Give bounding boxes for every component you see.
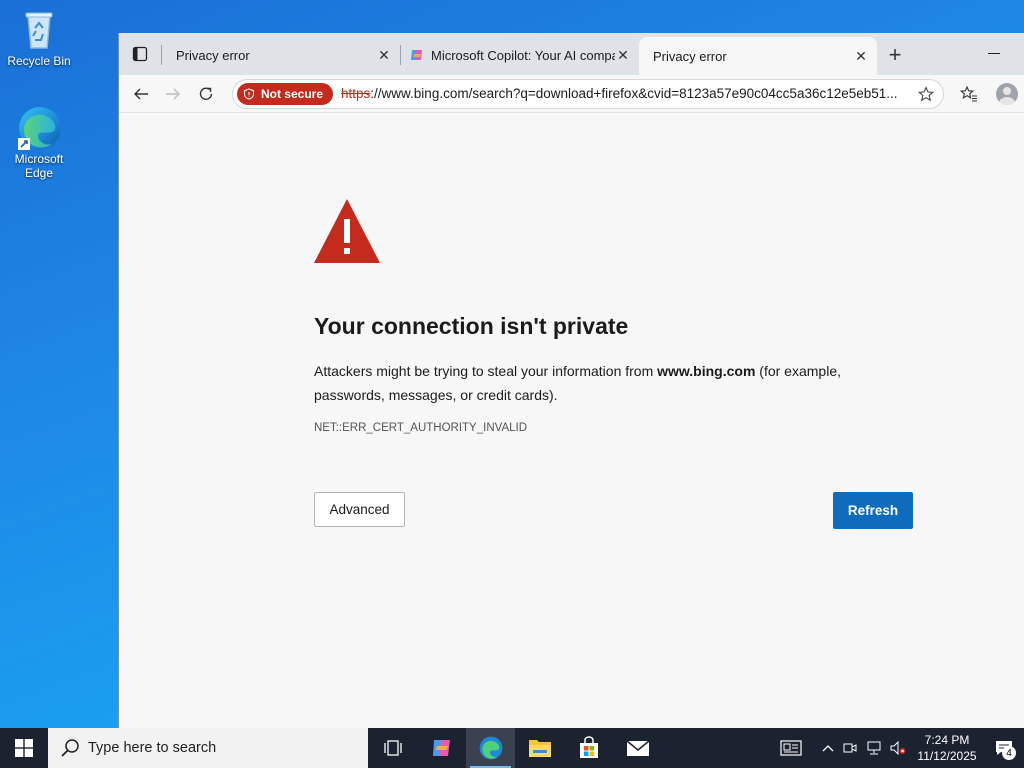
forward-button[interactable] bbox=[157, 79, 189, 109]
back-button[interactable] bbox=[125, 79, 157, 109]
refresh-button[interactable]: Refresh bbox=[833, 492, 913, 529]
tab-privacy-error-active[interactable]: Privacy error ✕ bbox=[639, 37, 877, 75]
notification-count-badge: 4 bbox=[1002, 746, 1016, 760]
tab-title: Privacy error bbox=[176, 47, 250, 63]
desktop-icon-label: Recycle Bin bbox=[7, 54, 71, 68]
network-icon bbox=[867, 741, 881, 755]
tab-strip: Privacy error ✕ Microsoft Copilot: Your … bbox=[119, 33, 1024, 75]
network-button[interactable] bbox=[862, 728, 886, 768]
not-secure-badge[interactable]: Not secure bbox=[236, 82, 334, 105]
browser-window: Privacy error ✕ Microsoft Copilot: Your … bbox=[118, 33, 1024, 728]
close-tab-icon[interactable]: ✕ bbox=[376, 47, 392, 63]
back-arrow-icon bbox=[134, 88, 149, 99]
desktop-icon-recycle-bin[interactable]: Recycle Bin bbox=[4, 6, 74, 68]
tab-copilot[interactable]: Microsoft Copilot: Your AI compa ✕ bbox=[401, 37, 639, 73]
star-icon bbox=[917, 85, 934, 101]
tab-actions-button[interactable] bbox=[119, 33, 161, 75]
clock-time: 7:24 PM bbox=[924, 733, 970, 747]
recycle-bin-icon bbox=[16, 6, 62, 52]
not-secure-label: Not secure bbox=[260, 86, 324, 101]
error-description: Attackers might be trying to steal your … bbox=[314, 359, 874, 407]
error-code[interactable]: NET::ERR_CERT_AUTHORITY_INVALID bbox=[314, 422, 527, 434]
desktop-icon-edge[interactable]: Microsoft Edge bbox=[4, 104, 74, 180]
reload-button[interactable] bbox=[190, 79, 222, 109]
meet-now-button[interactable] bbox=[838, 728, 862, 768]
edge-icon bbox=[16, 104, 62, 150]
address-bar[interactable]: Not secure https://www.bing.com/search?q… bbox=[231, 78, 944, 109]
volume-button[interactable] bbox=[886, 728, 910, 768]
browser-toolbar: Not secure https://www.bing.com/search?q… bbox=[119, 75, 1024, 113]
search-placeholder: Type here to search bbox=[88, 740, 217, 756]
advanced-button[interactable]: Advanced bbox=[314, 492, 405, 527]
chevron-up-icon bbox=[822, 745, 834, 752]
desc-text: Attackers might be trying to steal your … bbox=[314, 363, 658, 379]
reload-icon bbox=[199, 87, 213, 100]
system-tray: 7:24 PM 11/12/2025 4 bbox=[774, 728, 1024, 768]
favorite-button[interactable] bbox=[913, 85, 939, 102]
plus-icon: + bbox=[888, 42, 902, 67]
news-icon bbox=[780, 740, 802, 756]
tab-privacy-error-1[interactable]: Privacy error ✕ bbox=[162, 37, 400, 73]
show-hidden-icons-button[interactable] bbox=[818, 728, 838, 768]
task-view-icon bbox=[383, 740, 402, 756]
close-tab-icon[interactable]: ✕ bbox=[853, 48, 869, 64]
new-tab-button[interactable]: + bbox=[877, 37, 913, 73]
forward-arrow-icon bbox=[166, 88, 181, 99]
taskbar-mail[interactable] bbox=[613, 728, 662, 768]
url-rest: ://www.bing.com/search?q=download+firefo… bbox=[370, 86, 898, 101]
taskbar-copilot[interactable] bbox=[417, 728, 466, 768]
url-scheme: https bbox=[341, 86, 371, 101]
clock[interactable]: 7:24 PM 11/12/2025 bbox=[910, 732, 984, 764]
tab-title: Microsoft Copilot: Your AI compa bbox=[431, 47, 615, 63]
taskbar-edge[interactable] bbox=[466, 728, 515, 768]
close-tab-icon[interactable]: ✕ bbox=[615, 47, 631, 63]
url-text[interactable]: https://www.bing.com/search?q=download+f… bbox=[341, 86, 913, 101]
error-heading: Your connection isn't private bbox=[314, 313, 629, 339]
folder-icon bbox=[528, 740, 551, 757]
news-widget-button[interactable] bbox=[774, 728, 808, 768]
task-view-button[interactable] bbox=[368, 728, 417, 768]
toolbar-right bbox=[952, 79, 1018, 109]
favorites-star-list-icon bbox=[959, 85, 977, 102]
tab-actions-icon bbox=[132, 46, 148, 62]
taskbar: Type here to search 7:24 PM 11/12/2025 4 bbox=[0, 728, 1024, 768]
taskbar-search-box[interactable]: Type here to search bbox=[48, 728, 368, 768]
windows-logo-icon bbox=[15, 739, 33, 757]
volume-muted-icon bbox=[890, 741, 906, 755]
notifications-button[interactable]: 4 bbox=[984, 728, 1024, 768]
mail-icon bbox=[626, 740, 649, 756]
clock-date: 11/12/2025 bbox=[917, 749, 977, 763]
store-bag-icon bbox=[579, 736, 598, 758]
copilot-icon bbox=[411, 50, 422, 60]
copilot-icon bbox=[432, 740, 450, 756]
taskbar-file-explorer[interactable] bbox=[515, 728, 564, 768]
edge-icon bbox=[479, 736, 502, 760]
start-button[interactable] bbox=[0, 728, 48, 768]
profile-avatar[interactable] bbox=[995, 82, 1018, 105]
taskbar-store[interactable] bbox=[564, 728, 613, 768]
desc-domain: www.bing.com bbox=[657, 363, 756, 379]
search-icon bbox=[61, 739, 79, 757]
tab-title: Privacy error bbox=[653, 48, 727, 64]
shield-warning-icon bbox=[243, 87, 255, 100]
desktop-icon-label: Microsoft Edge bbox=[14, 152, 64, 180]
minimize-button[interactable] bbox=[986, 43, 1002, 59]
error-page: Your connection isn't private Attackers … bbox=[119, 113, 1024, 728]
favorites-button[interactable] bbox=[952, 79, 986, 109]
warning-triangle-icon bbox=[314, 199, 380, 263]
camera-icon bbox=[843, 743, 857, 753]
